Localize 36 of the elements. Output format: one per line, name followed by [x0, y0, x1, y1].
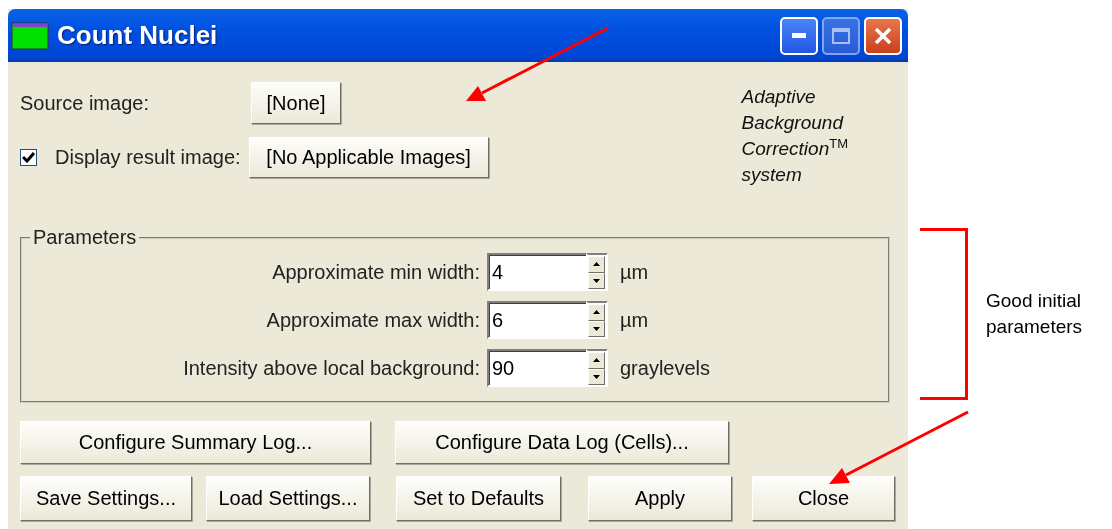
dialog-button[interactable]: Close: [752, 476, 895, 521]
number-field[interactable]: 4: [487, 253, 586, 291]
checkbox[interactable]: [20, 149, 37, 166]
group-title: Parameters: [32, 226, 138, 249]
spinner-arrows[interactable]: [586, 349, 608, 387]
close-icon: [873, 25, 893, 46]
unit-label: graylevels: [619, 356, 712, 380]
result-image-button[interactable]: [No Applicable Images]: [248, 137, 489, 178]
spinner-arrows[interactable]: [586, 301, 608, 339]
minimize-icon: [792, 33, 806, 38]
field-label: Intensity above local background:: [182, 356, 480, 380]
dialog-button[interactable]: Load Settings...: [206, 476, 370, 521]
source-image-label: Source image:: [20, 91, 150, 115]
checkbox-label: Display result image:: [55, 146, 241, 169]
maximize-icon: [832, 27, 850, 44]
log-button[interactable]: Configure Data Log (Cells)...: [395, 421, 729, 464]
close-button[interactable]: [864, 16, 902, 55]
annotation-text: Good initial parameters: [986, 289, 1083, 339]
dialog-button[interactable]: Set to Defaults: [396, 476, 561, 521]
app-icon: [11, 21, 49, 50]
window-title: Count Nuclei: [57, 20, 219, 51]
source-image-button[interactable]: [None]: [251, 82, 341, 124]
maximize-button[interactable]: [822, 16, 860, 55]
field-label: Approximate max width:: [265, 308, 480, 332]
dialog-button[interactable]: Apply: [588, 476, 732, 521]
spinner-arrows[interactable]: [586, 253, 608, 291]
branding-text: Adaptive Background Correction$^{TM}$ system: [741, 85, 848, 187]
field-label: Approximate min width:: [271, 260, 480, 284]
number-field[interactable]: 90: [487, 349, 586, 387]
log-button[interactable]: Configure Summary Log...: [20, 421, 371, 464]
minimize-button[interactable]: [780, 16, 818, 55]
unit-label: µm: [619, 260, 650, 284]
unit-label: µm: [619, 308, 650, 332]
number-field[interactable]: 6: [487, 301, 586, 339]
dialog-button[interactable]: Save Settings...: [20, 476, 192, 521]
check-icon: [22, 152, 35, 163]
